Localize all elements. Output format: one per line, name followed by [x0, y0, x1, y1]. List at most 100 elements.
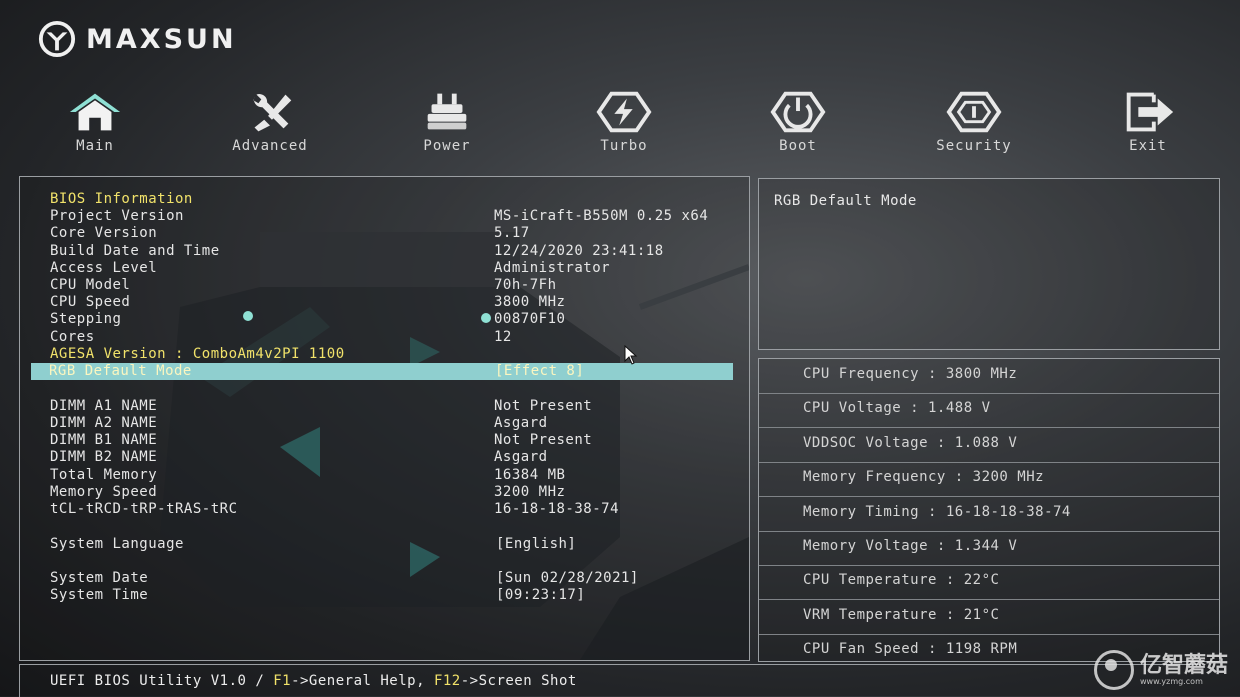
row-value: 12/24/2020 23:41:18: [494, 243, 664, 259]
row-label: CPU Model: [50, 277, 131, 293]
settings-row: tCL-tRCD-tRP-tRAS-tRC 16-18-18-38-74: [50, 501, 750, 518]
row-option-value[interactable]: [Effect 8]: [495, 363, 584, 379]
row-label: Cores: [50, 329, 95, 345]
row-value: 5.17: [494, 225, 530, 241]
tab-advanced[interactable]: Advanced: [210, 90, 330, 154]
screenshot-key: F12: [433, 673, 461, 689]
tab-power[interactable]: Power: [387, 90, 507, 154]
row-value: Asgard: [494, 415, 548, 431]
row-option-value[interactable]: [09:23:17]: [496, 587, 585, 603]
row-label: CPU Speed: [50, 294, 131, 310]
settings-row: Cores 12: [50, 329, 750, 346]
settings-row: Build Date and Time 12/24/2020 23:41:18: [50, 243, 750, 260]
shield-icon: [946, 91, 1002, 133]
status-text: Memory Timing : 16-18-18-38-74: [803, 503, 1071, 520]
row-label: Memory Speed: [50, 484, 158, 500]
watermark: 亿智蘑菇 www.yzmg.com: [1093, 650, 1228, 690]
maxsun-logo-icon: [38, 20, 76, 58]
settings-row: Access Level Administrator: [50, 260, 750, 277]
row-option-value[interactable]: [English]: [496, 536, 576, 552]
row-value: Not Present: [494, 398, 593, 414]
home-icon: [69, 93, 121, 131]
row-label: tCL-tRCD-tRP-tRAS-tRC: [50, 501, 238, 517]
status-text: CPU Temperature : 22°C: [803, 572, 1000, 589]
exit-icon: [1126, 92, 1174, 132]
row-label: Project Version: [50, 208, 184, 224]
settings-row: DIMM A2 NAME Asgard: [50, 415, 750, 432]
row-label: Access Level: [50, 260, 158, 276]
row-value: Administrator: [494, 260, 611, 276]
settings-row[interactable]: System Language [English]: [50, 536, 750, 553]
tab-exit[interactable]: Exit: [1088, 90, 1208, 154]
status-row: CPU Temperature : 22°C: [759, 565, 1219, 601]
maxsun-logo: MAXSUN: [38, 20, 237, 58]
settings-row: Memory Speed 3200 MHz: [50, 484, 750, 501]
tab-main[interactable]: Main: [35, 90, 155, 154]
tab-power-label: Power: [423, 138, 471, 154]
help-key: F1: [273, 673, 292, 689]
row-value: Not Present: [494, 432, 593, 448]
tab-security[interactable]: Security: [914, 90, 1034, 154]
footer-prefix: UEFI BIOS Utility V1.0 /: [50, 673, 274, 689]
row-label: AGESA Version : ComboAm4v2PI 1100: [50, 346, 345, 362]
help-title: RGB Default Mode: [774, 193, 917, 209]
help-panel: RGB Default Mode: [758, 178, 1220, 350]
row-label: BIOS Information: [50, 191, 193, 207]
tab-security-label: Security: [936, 138, 1012, 154]
row-label: DIMM A1 NAME: [50, 398, 158, 414]
status-text: CPU Voltage : 1.488 V: [803, 400, 991, 417]
row-label: Build Date and Time: [50, 243, 220, 259]
row-value: 12: [494, 329, 512, 345]
status-text: Memory Voltage : 1.344 V: [803, 538, 1018, 554]
row-option-value[interactable]: [Sun 02/28/2021]: [496, 570, 639, 586]
row-value: MS-iCraft-B550M 0.25 x64: [494, 208, 709, 224]
row-value: 3800 MHz: [494, 294, 566, 310]
mouse-cursor-icon: [624, 345, 638, 365]
settings-row: Core Version 5.17: [50, 225, 750, 242]
status-text: Memory Frequency : 3200 MHz: [803, 469, 1045, 486]
status-text: VDDSOC Voltage : 1.088 V: [803, 434, 1018, 451]
row-label: DIMM B2 NAME: [50, 449, 158, 465]
status-row: CPU Voltage : 1.488 V: [759, 393, 1219, 429]
status-row: VRM Temperature : 21°C: [759, 600, 1219, 635]
settings-row: Project Version MS-iCraft-B550M 0.25 x64: [50, 208, 750, 225]
status-row: CPU Frequency : 3800 MHz: [759, 359, 1219, 394]
row-value: 70h-7Fh: [494, 277, 557, 293]
settings-row: CPU Speed 3800 MHz: [50, 294, 750, 311]
watermark-text: 亿智蘑菇: [1139, 652, 1228, 678]
status-row: Memory Frequency : 3200 MHz: [759, 462, 1219, 498]
tab-boot[interactable]: Boot: [738, 90, 858, 154]
screenshot-key-desc: ->Screen Shot: [460, 673, 577, 689]
footer-bar: UEFI BIOS Utility V1.0 / F1->General Hel…: [19, 664, 1200, 697]
watermark-url: www.yzmg.com: [1139, 676, 1203, 686]
status-text: VRM Temperature : 21°C: [803, 606, 1000, 623]
settings-row: DIMM B2 NAME Asgard: [50, 449, 750, 466]
row-value: Asgard: [494, 449, 548, 465]
row-label: Stepping: [50, 311, 122, 327]
power-icon: [770, 91, 826, 133]
status-row: VDDSOC Voltage : 1.088 V: [759, 428, 1219, 463]
tools-icon: [253, 94, 292, 132]
tab-exit-label: Exit: [1129, 138, 1167, 154]
section-heading: BIOS Information: [50, 191, 750, 208]
settings-row[interactable]: System Date [Sun 02/28/2021]: [50, 570, 750, 587]
settings-row-selected[interactable]: RGB Default Mode [Effect 8]: [31, 363, 733, 380]
status-text: CPU Frequency : 3800 MHz: [803, 366, 1018, 382]
row-label: Total Memory: [50, 467, 158, 483]
settings-row[interactable]: System Time [09:23:17]: [50, 587, 750, 604]
tab-turbo[interactable]: Turbo: [564, 90, 684, 154]
help-key-desc: ->General Help,: [291, 673, 434, 689]
settings-row: CPU Model 70h-7Fh: [50, 277, 750, 294]
row-label: System Time: [50, 587, 149, 603]
row-label: Core Version: [50, 225, 158, 241]
watermark-logo-icon: [1093, 650, 1134, 690]
status-text: CPU Fan Speed : 1198 RPM: [803, 641, 1018, 658]
row-label: System Language: [50, 536, 184, 552]
top-nav: Main Advanced Power Turbo Boot Security …: [0, 90, 1240, 160]
tab-main-label: Main: [76, 138, 114, 154]
row-value: 3200 MHz: [494, 484, 566, 500]
status-row: Memory Voltage : 1.344 V: [759, 531, 1219, 566]
row-value: 16-18-18-38-74: [494, 501, 620, 517]
tab-turbo-label: Turbo: [600, 138, 648, 154]
row-label: RGB Default Mode: [49, 363, 192, 379]
